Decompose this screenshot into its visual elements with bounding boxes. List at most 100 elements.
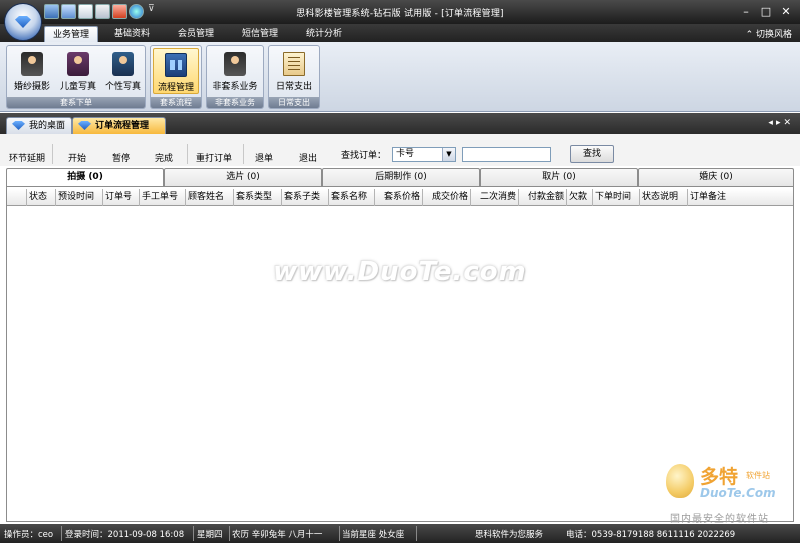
logo-url: DuoTe.Com [700,486,776,500]
title-bar: ⊽ 思科影楼管理系统-钻石版 试用版 - [订单流程管理] – □ ✕ [0,0,800,24]
status-divider [339,526,340,541]
personal-photo-icon [112,52,134,76]
tab-post-production[interactable]: 后期制作 (0) [322,168,480,186]
complete-button[interactable]: 完成 [155,151,173,164]
document-tab-bar: 我的桌面 订单流程管理 ◂▸✕ [0,113,800,134]
search-button[interactable]: 查找 [570,145,614,163]
column-header[interactable]: 套系价格 [375,189,423,206]
tab-order-flow[interactable]: 订单流程管理 [72,117,166,134]
column-header[interactable]: 预设时间 [56,189,103,206]
daily-expense-label: 日常支出 [275,82,312,92]
status-divider [229,526,230,541]
diamond-logo-icon [15,16,31,28]
window-title: 思科影楼管理系统-钻石版 试用版 - [订单流程管理] [296,9,504,19]
wedding-photo-button[interactable]: 婚纱摄影 [10,48,54,94]
tab-statistics[interactable]: 统计分析 [298,26,350,42]
column-header[interactable]: 二次消费 [471,189,519,206]
tab-scroll-controls[interactable]: ◂▸✕ [768,118,794,128]
status-weekday: 星期四 [197,530,223,540]
status-divider [416,526,417,541]
diamond-tab-icon [12,121,25,130]
non-package-button[interactable]: 非套系业务 [209,48,261,94]
column-header[interactable]: 手工单号 [140,189,186,206]
app-menu-button[interactable] [4,3,42,41]
postpone-step-button[interactable]: 环节延期 [9,151,45,164]
tab-member[interactable]: 会员管理 [170,26,222,42]
column-header[interactable]: 订单备注 [688,189,787,206]
child-photo-button[interactable]: 儿童写真 [56,48,100,94]
logo-subtitle: 软件站 [746,471,770,480]
pause-button[interactable]: 暂停 [112,151,130,164]
corner-watermark-logo: 多特 软件站 DuoTe.Com 国内最安全的软件站 [660,460,800,526]
row-indicator-header [7,189,27,206]
status-bar: 操作员：ceo 登录时间：2011-09-08 16:08 星期四 农历 辛卯兔… [0,524,800,543]
tab-my-desktop[interactable]: 我的桌面 [6,117,72,134]
diamond-tab-icon [78,121,91,130]
reprint-order-button[interactable]: 重打订单 [196,151,232,164]
tab-order-flow-label: 订单流程管理 [95,121,150,131]
maximize-button[interactable]: □ [758,4,774,19]
tab-my-desktop-label: 我的桌面 [29,121,66,131]
tab-wedding-service[interactable]: 婚庆 (0) [638,168,794,186]
group-non-package: 非套系业务 非套系业务 [206,45,264,109]
minimize-button[interactable]: – [738,4,754,19]
column-header[interactable]: 状态 [27,189,56,206]
tab-business[interactable]: 业务管理 [44,26,99,42]
search-field-select[interactable]: 卡号 ▼ [392,147,456,162]
close-button[interactable]: ✕ [778,4,794,19]
status-lunar-date: 农历 辛卯兔年 八月十一 [232,530,323,540]
group-label: 日常支出 [269,97,319,108]
dropdown-arrow-icon[interactable]: ▼ [442,148,455,161]
column-header[interactable]: 套系名称 [329,189,375,206]
daily-expense-button[interactable]: 日常支出 [271,48,317,94]
ledger-icon [283,52,305,76]
group-label: 非套系业务 [207,97,263,108]
column-header[interactable]: 顾客姓名 [186,189,234,206]
watermark-text: www.DuoTe.com [273,257,527,287]
child-photo-icon [67,52,89,76]
logo-slogan: 国内最安全的软件站 [670,514,769,525]
non-package-icon [224,52,246,76]
tab-photo-selection[interactable]: 选片 (0) [164,168,322,186]
status-constellation: 当前星座 处女座 [342,530,405,540]
toolbar-divider [243,144,244,164]
column-header[interactable]: 下单时间 [593,189,640,206]
start-button[interactable]: 开始 [68,151,86,164]
group-package-order: 婚纱摄影 儿童写真 个性写真 套系下单 [6,45,146,109]
exit-button[interactable]: 退出 [299,151,317,164]
switch-skin-button[interactable]: ⌃ 切换风格 [746,27,792,40]
tab-basic-data[interactable]: 基础资料 [106,26,158,42]
personal-photo-button[interactable]: 个性写真 [102,48,144,94]
column-header[interactable]: 欠款 [567,189,593,206]
search-label: 查找订单： [341,151,387,161]
column-header[interactable]: 成交价格 [423,189,471,206]
column-header[interactable]: 付款金额 [519,189,567,206]
column-header[interactable]: 套系类型 [234,189,282,206]
tab-sms[interactable]: 短信管理 [234,26,286,42]
flow-management-label: 流程管理 [157,83,194,93]
mascot-icon [666,464,694,498]
personal-photo-label: 个性写真 [104,82,141,92]
column-header[interactable]: 套系子类 [282,189,329,206]
wedding-photo-icon [21,52,43,76]
non-package-label: 非套系业务 [212,82,258,92]
cancel-order-button[interactable]: 退单 [255,151,273,164]
column-header[interactable]: 订单号 [103,189,140,206]
tab-shooting[interactable]: 拍摄 (0) [6,168,164,187]
flow-management-icon [165,53,187,77]
status-login-time: 登录时间：2011-09-08 16:08 [65,530,185,540]
group-daily-expense: 日常支出 日常支出 [268,45,320,109]
stage-tab-strip: 拍摄 (0) 选片 (0) 后期制作 (0) 取片 (0) 婚庆 (0) [6,168,794,187]
status-phone: 电话：0539-8179188 8611116 2022269 [566,530,736,540]
order-toolbar: 环节延期 开始 暂停 完成 重打订单 退单 退出 查找订单： 卡号 ▼ 查找 [0,134,800,166]
group-package-flow: 流程管理 套系流程 [150,45,202,109]
toolbar-divider [52,144,53,164]
flow-management-button[interactable]: 流程管理 [153,48,199,94]
tab-pickup[interactable]: 取片 (0) [480,168,638,186]
group-label: 套系下单 [7,97,145,108]
column-header[interactable]: 状态说明 [640,189,688,206]
child-photo-label: 儿童写真 [59,82,96,92]
status-operator: 操作员：ceo [4,530,54,540]
search-input[interactable] [462,147,551,162]
search-select-value: 卡号 [396,149,415,159]
